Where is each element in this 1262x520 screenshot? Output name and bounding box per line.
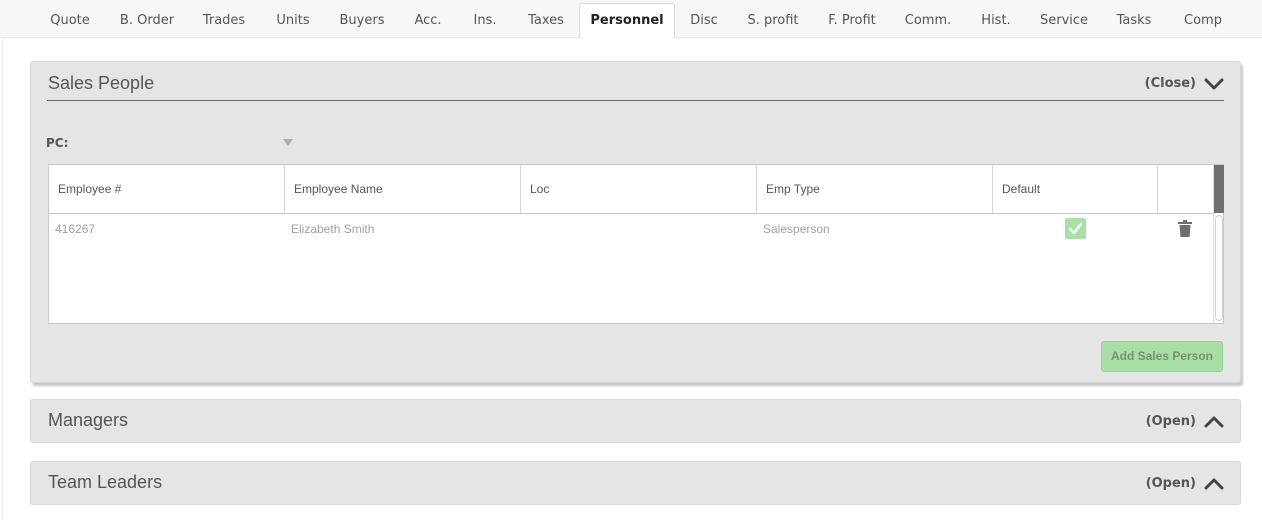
tab-quote[interactable]: Quote xyxy=(38,4,102,38)
column-emp-type[interactable]: Emp Type xyxy=(757,165,993,213)
chevron-down-icon[interactable] xyxy=(1204,77,1224,91)
team-leaders-panel[interactable]: Team Leaders (Open) xyxy=(30,461,1241,505)
emp-type-cell: Salesperson xyxy=(763,222,830,236)
tab-acc[interactable]: Acc. xyxy=(404,4,452,38)
check-icon xyxy=(1068,222,1083,235)
tab-f-profit[interactable]: F. Profit xyxy=(818,4,886,38)
panel-divider xyxy=(47,100,1224,101)
tab-s-profit[interactable]: S. profit xyxy=(736,4,810,38)
sales-people-title: Sales People xyxy=(48,73,155,93)
team-leaders-title: Team Leaders xyxy=(48,472,163,492)
managers-panel[interactable]: Managers (Open) xyxy=(30,399,1241,443)
column-default[interactable]: Default xyxy=(993,165,1158,213)
tab-disc[interactable]: Disc xyxy=(682,4,726,38)
team-leaders-open-toggle[interactable]: (Open) xyxy=(1146,476,1196,491)
loc-cell xyxy=(521,214,757,244)
add-sales-person-button[interactable]: Add Sales Person xyxy=(1101,341,1223,372)
scrollbar-track-area xyxy=(1215,215,1223,321)
tab-comp[interactable]: Comp xyxy=(1172,4,1234,38)
tab-b-order[interactable]: B. Order xyxy=(112,4,182,38)
column-loc[interactable]: Loc xyxy=(521,165,757,213)
tab-ins[interactable]: Ins. xyxy=(462,4,508,38)
grid-scrollbar[interactable] xyxy=(1213,165,1224,323)
scrollbar-thumb[interactable] xyxy=(1214,165,1224,213)
column-employee-name[interactable]: Employee Name xyxy=(285,165,521,213)
tab-hist[interactable]: Hist. xyxy=(970,4,1022,38)
tab-taxes[interactable]: Taxes xyxy=(518,4,574,38)
tab-units[interactable]: Units xyxy=(266,4,320,38)
tab-bar: Quote B. Order Trades Units Buyers Acc. … xyxy=(0,0,1262,39)
caret-down-icon[interactable] xyxy=(283,139,293,146)
tab-trades[interactable]: Trades xyxy=(192,4,256,38)
sales-people-close-toggle[interactable]: (Close) xyxy=(1145,76,1196,91)
column-employee-number[interactable]: Employee # xyxy=(49,165,285,213)
tab-buyers[interactable]: Buyers xyxy=(330,4,394,38)
trash-icon[interactable] xyxy=(1178,220,1192,237)
tab-personnel[interactable]: Personnel xyxy=(579,3,675,39)
table-row[interactable]: 416267 Elizabeth Smith Salesperson xyxy=(49,214,1213,244)
tab-tasks[interactable]: Tasks xyxy=(1106,4,1162,38)
sales-people-grid: Employee # Employee Name Loc Emp Type De… xyxy=(48,164,1224,324)
grid-header: Employee # Employee Name Loc Emp Type De… xyxy=(49,165,1213,214)
pc-label: PC: xyxy=(46,136,69,150)
tab-service[interactable]: Service xyxy=(1032,4,1096,38)
tab-comm[interactable]: Comm. xyxy=(896,4,960,38)
sales-people-panel: Sales People (Close) PC: Employee # Empl… xyxy=(30,61,1241,383)
employee-number-cell: 416267 xyxy=(55,222,96,236)
managers-title: Managers xyxy=(48,410,129,430)
chevron-up-icon[interactable] xyxy=(1204,415,1224,429)
chevron-up-icon[interactable] xyxy=(1204,477,1224,491)
employee-name-cell: Elizabeth Smith xyxy=(291,222,375,236)
managers-open-toggle[interactable]: (Open) xyxy=(1146,414,1196,429)
default-checkbox[interactable] xyxy=(1065,218,1086,239)
